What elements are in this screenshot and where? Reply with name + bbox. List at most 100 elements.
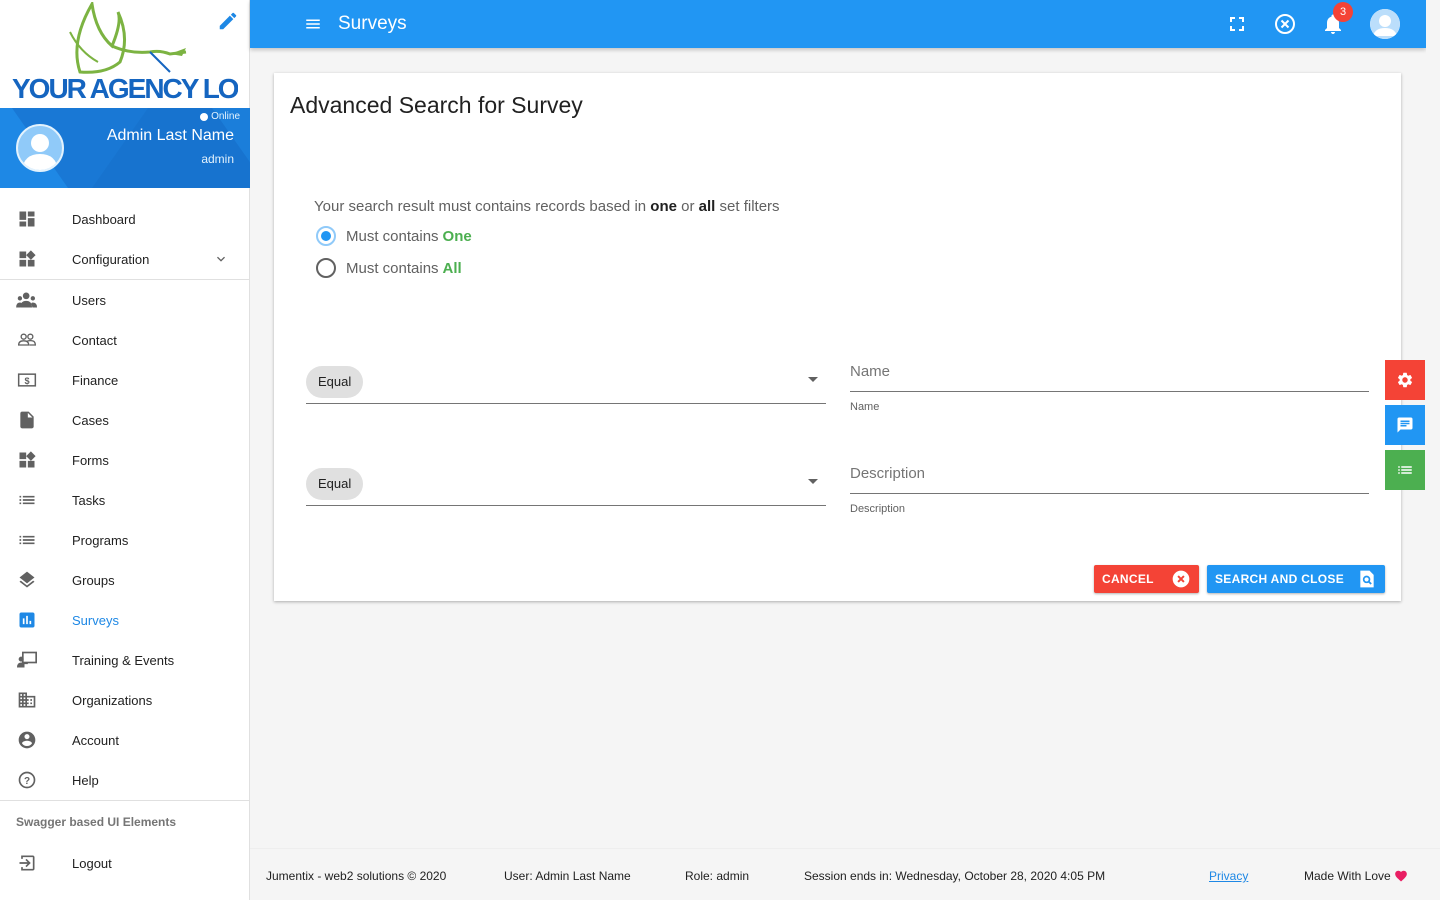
notification-badge: 3 [1333, 2, 1353, 22]
gear-icon [1397, 372, 1413, 388]
contact-icon [17, 333, 37, 346]
sidebar-item-organizations[interactable]: Organizations [0, 680, 249, 720]
chevron-down-icon[interactable] [213, 251, 229, 267]
sidebar-item-label: Account [72, 732, 119, 748]
sidebar-item-groups[interactable]: Groups [0, 560, 249, 600]
sidebar-item-label: Finance [72, 372, 119, 388]
cancel-button[interactable]: CANCEL [1094, 565, 1199, 593]
list-icon [19, 535, 35, 545]
dropdown-arrow-icon[interactable] [808, 479, 818, 484]
dropdown-arrow-icon[interactable] [808, 377, 818, 382]
online-status: Online [200, 111, 240, 122]
users-icon [16, 292, 37, 308]
operator-select-name[interactable]: Equal [306, 362, 826, 404]
online-dot-icon [200, 112, 209, 121]
edit-pencil-icon[interactable] [217, 10, 239, 32]
chat-tab[interactable] [1385, 405, 1425, 445]
sidebar-item-account[interactable]: Account [0, 720, 249, 760]
sidebar-item-surveys[interactable]: Surveys [0, 600, 249, 640]
operator-select-description[interactable]: Equal [306, 464, 826, 506]
cancel-circle-icon [1172, 570, 1190, 588]
sidebar-item-label: Surveys [72, 612, 119, 628]
sidebar-item-programs[interactable]: Programs [0, 520, 249, 560]
radio-emphasis: One [442, 227, 472, 245]
sidebar-item-label: Training & Events [72, 652, 175, 668]
logout-icon [19, 855, 35, 871]
top-avatar[interactable] [1370, 9, 1400, 39]
finance-icon: $ [17, 373, 37, 387]
logo-text: YOUR AGENCY LOGO [12, 73, 238, 102]
sidebar-item-configuration[interactable]: Configuration [0, 239, 249, 279]
card-title: Advanced Search for Survey [290, 92, 583, 118]
user-profile-panel: Online Admin Last Name admin [0, 108, 250, 188]
search-and-close-button[interactable]: SEARCH AND CLOSE [1207, 565, 1385, 593]
list-tab[interactable] [1385, 450, 1425, 490]
layers-icon [19, 571, 35, 588]
name-input[interactable]: Name [850, 360, 1369, 392]
radio-label: Must contains [346, 227, 439, 245]
settings-tab[interactable] [1385, 360, 1425, 400]
advanced-search-card: Advanced Search for Survey Your search r… [274, 73, 1401, 601]
online-label: Online [211, 111, 240, 122]
sidebar-item-tasks[interactable]: Tasks [0, 480, 249, 520]
sidebar-item-users[interactable]: Users [0, 280, 249, 320]
chart-icon [19, 612, 35, 628]
training-icon [17, 651, 37, 668]
widgets-icon [19, 451, 36, 468]
description-input[interactable]: Description [850, 462, 1369, 494]
profile-name: Admin Last Name [106, 127, 234, 144]
radio-emphasis: All [442, 259, 462, 277]
sidebar-item-contact[interactable]: Contact [0, 320, 249, 360]
search-hint: Your search result must contains records… [314, 198, 780, 215]
svg-text:?: ? [24, 776, 30, 787]
operator-chip: Equal [306, 468, 364, 500]
footer-copyright: Jumentix - web2 solutions © 2020 [266, 869, 447, 883]
radio-button[interactable] [316, 258, 336, 278]
privacy-link[interactable]: Privacy [1209, 869, 1248, 883]
footer-user: User: Admin Last Name [504, 869, 631, 883]
sidebar-item-label: Forms [72, 452, 109, 468]
name-field[interactable]: Name Name [850, 360, 1369, 413]
description-helper-text: Description [850, 503, 906, 515]
logo-area: YOUR AGENCY LOGO [0, 0, 249, 108]
sidebar-item-label: Tasks [72, 492, 106, 508]
page-title: Surveys [338, 13, 407, 34]
sidebar-item-label: Organizations [72, 692, 153, 708]
find-in-page-icon [1360, 570, 1374, 588]
top-app-bar: Surveys 3 [250, 0, 1426, 48]
sidebar-item-dashboard[interactable]: Dashboard [0, 199, 249, 239]
section-label: Swagger based UI Elements [16, 815, 177, 829]
help-icon: ? [18, 771, 36, 789]
sidebar-item-label: Help [72, 772, 99, 788]
radio-button-checked[interactable] [316, 226, 336, 246]
menu-icon[interactable] [304, 15, 322, 33]
sidebar-item-training-events[interactable]: Training & Events [0, 640, 249, 680]
sidebar-nav: Dashboard Configuration Users Contact $ … [0, 199, 249, 883]
sidebar-item-forms[interactable]: Forms [0, 440, 249, 480]
fullscreen-icon[interactable] [1225, 12, 1249, 36]
scrollbar-track[interactable] [1426, 0, 1440, 900]
sidebar-item-finance[interactable]: $ Finance [0, 360, 249, 400]
cancel-label: CANCEL [1102, 572, 1154, 586]
radio-must-contain-one[interactable]: Must contains One [316, 226, 472, 246]
account-icon [18, 731, 36, 749]
sidebar: YOUR AGENCY LOGO Online Admin Last Name … [0, 0, 250, 900]
sidebar-item-label: Contact [72, 332, 117, 348]
sidebar-item-label: Users [72, 292, 106, 308]
description-field[interactable]: Description Description [850, 462, 1369, 515]
user-avatar-icon [1370, 9, 1400, 39]
sidebar-item-logout[interactable]: Logout [0, 843, 249, 883]
user-avatar-icon [22, 134, 58, 170]
avatar[interactable] [16, 124, 64, 172]
sidebar-item-label: Programs [72, 532, 129, 548]
sidebar-item-label: Configuration [72, 251, 150, 267]
sidebar-item-help[interactable]: ? Help [0, 760, 249, 800]
footer: Jumentix - web2 solutions © 2020 User: A… [250, 848, 1440, 900]
radio-must-contain-all[interactable]: Must contains All [316, 258, 462, 278]
file-icon [20, 411, 34, 429]
footer-session: Session ends in: Wednesday, October 28, … [804, 869, 1106, 883]
heart-icon [1395, 870, 1407, 882]
sidebar-item-cases[interactable]: Cases [0, 400, 249, 440]
chat-icon [1397, 417, 1413, 433]
close-circle-icon[interactable] [1273, 12, 1297, 36]
